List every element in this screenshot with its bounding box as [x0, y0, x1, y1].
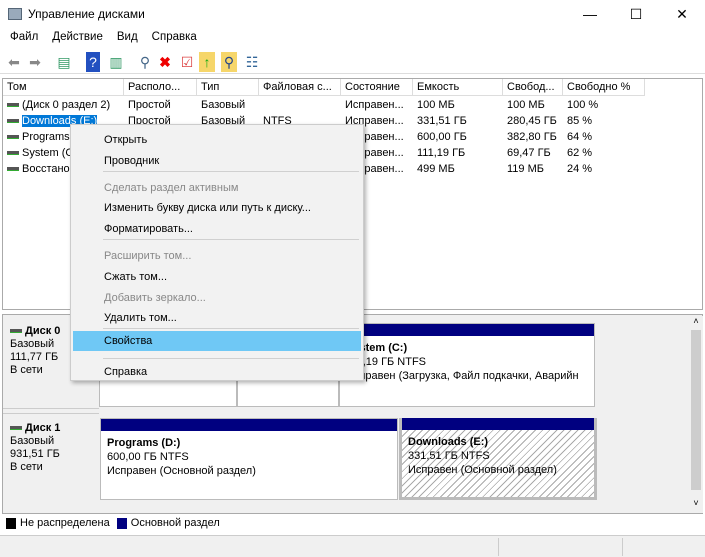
legend-unallocated: Не распределена: [20, 517, 110, 529]
disk-name: Диск 0: [25, 325, 61, 337]
table-cell[interactable]: 69,47 ГБ: [503, 145, 563, 161]
search-folder-icon[interactable]: ⚲: [221, 52, 237, 72]
disk-size: 931,51 ГБ: [10, 448, 60, 460]
menu-action[interactable]: Действие: [45, 28, 110, 46]
column-header[interactable]: Тип: [197, 79, 259, 96]
column-header[interactable]: Свободно %: [563, 79, 645, 96]
partition-status: Исправен (Загрузка, Файл подкачки, Авари…: [346, 370, 579, 382]
menu-item[interactable]: Удалить том...: [73, 308, 361, 328]
menu-separator: [103, 239, 359, 240]
drive-icon: [7, 119, 19, 124]
menu-separator: [103, 328, 359, 329]
table-cell[interactable]: 499 МБ: [413, 161, 503, 177]
table-cell[interactable]: Базовый: [197, 97, 259, 113]
disk-status: В сети: [10, 461, 43, 473]
drive-icon: [7, 135, 19, 140]
partition-name: Programs (D:): [107, 437, 181, 449]
table-cell[interactable]: 85 %: [563, 113, 645, 129]
toolbar: ⬅ ➡ ▤ ? ▥ ⚲ ✖ ☑ ↑ ⚲ ☷: [0, 50, 705, 74]
menu-item[interactable]: Сжать том...: [73, 267, 361, 287]
menu-help[interactable]: Справка: [145, 28, 204, 46]
app-icon: [8, 8, 22, 20]
drive-icon: [7, 167, 19, 172]
menu-item[interactable]: Справка: [73, 362, 361, 382]
back-icon[interactable]: ⬅: [4, 52, 24, 72]
volume-name-cell[interactable]: (Диск 0 раздел 2): [3, 97, 124, 113]
table-cell[interactable]: 62 %: [563, 145, 645, 161]
menu-item[interactable]: Открыть: [73, 130, 361, 150]
partition-info: 600,00 ГБ NTFS: [107, 451, 189, 463]
table-cell[interactable]: 331,51 ГБ: [413, 113, 503, 129]
partition-system-c[interactable]: System (C:) 111,19 ГБ NTFS Исправен (Загру…: [339, 323, 595, 407]
vertical-scrollbar[interactable]: ˄ ˅: [689, 316, 703, 513]
column-header[interactable]: Емкость: [413, 79, 503, 96]
menu-item: Расширить том...: [104, 250, 192, 262]
table-cell[interactable]: 100 %: [563, 97, 645, 113]
folder-up-icon[interactable]: ↑: [199, 52, 215, 72]
menu-item[interactable]: Изменить букву диска или путь к диску...: [73, 198, 361, 218]
table-cell[interactable]: 600,00 ГБ: [413, 129, 503, 145]
scroll-thumb[interactable]: [691, 330, 701, 490]
delete-icon[interactable]: ✖: [155, 52, 175, 72]
table-cell[interactable]: Простой: [124, 97, 197, 113]
partition-status: Исправен (Основной раздел): [408, 464, 557, 476]
legend-swatch-primary: [116, 517, 127, 529]
title-bar: Управление дисками — ☐ ✕: [0, 0, 705, 28]
menu-file[interactable]: Файл: [3, 28, 45, 46]
menu-item[interactable]: Проводник: [73, 151, 361, 171]
table-cell[interactable]: 382,80 ГБ: [503, 129, 563, 145]
scroll-down-button[interactable]: ˅: [689, 498, 703, 512]
check-icon[interactable]: ☑: [177, 52, 197, 72]
partition-status: Исправен (Основной раздел): [107, 465, 256, 477]
table-cell[interactable]: 64 %: [563, 129, 645, 145]
table-cell[interactable]: 119 МБ: [503, 161, 563, 177]
close-button[interactable]: ✕: [659, 0, 705, 28]
menu-view[interactable]: Вид: [110, 28, 145, 46]
menu-item[interactable]: Форматировать...: [73, 219, 361, 239]
partition-name: Downloads (E:): [408, 436, 489, 448]
column-header[interactable]: Том: [3, 79, 124, 96]
table-cell[interactable]: Исправен...: [341, 97, 413, 113]
disk-name: Диск 1: [25, 422, 61, 434]
minimize-button[interactable]: —: [567, 0, 613, 28]
column-header[interactable]: Располо...: [124, 79, 197, 96]
maximize-button[interactable]: ☐: [613, 0, 659, 28]
forward-icon[interactable]: ➡: [25, 52, 45, 72]
scroll-up-button[interactable]: ˄: [689, 316, 703, 330]
menu-item: Добавить зеркало...: [104, 292, 206, 304]
column-header[interactable]: Свобод...: [503, 79, 563, 96]
connect-icon[interactable]: ⚲: [135, 52, 155, 72]
column-header[interactable]: Состояние: [341, 79, 413, 96]
action-pane-icon[interactable]: ▥: [106, 52, 126, 72]
properties-icon[interactable]: ☷: [242, 52, 262, 72]
volume-name: (Диск 0 раздел 2): [22, 99, 111, 111]
window-title: Управление дисками: [28, 7, 145, 21]
table-cell[interactable]: [259, 97, 341, 113]
disk-1-label[interactable]: Диск 1 Базовый 931,51 ГБ В сети: [3, 413, 99, 503]
partition-info: 331,51 ГБ NTFS: [408, 450, 490, 462]
menu-item[interactable]: Свойства: [73, 331, 361, 351]
menu-item: Сделать раздел активным: [104, 182, 239, 194]
partition-downloads-e[interactable]: Downloads (E:) 331,51 ГБ NTFS Исправен (Ос…: [399, 418, 597, 500]
legend-swatch-unallocated: [6, 517, 16, 529]
help-icon[interactable]: ?: [86, 52, 100, 72]
table-cell[interactable]: 111,19 ГБ: [413, 145, 503, 161]
table-cell[interactable]: 100 МБ: [503, 97, 563, 113]
drive-icon: [7, 151, 19, 156]
disk-type: Базовый: [10, 435, 55, 447]
drive-icon: [7, 103, 19, 108]
status-bar: [0, 535, 705, 557]
table-cell[interactable]: 280,45 ГБ: [503, 113, 563, 129]
table-cell[interactable]: 100 МБ: [413, 97, 503, 113]
menu-bar: Файл Действие Вид Справка: [0, 28, 705, 48]
legend-primary: Основной раздел: [130, 517, 220, 529]
menu-separator: [103, 171, 359, 172]
table-cell[interactable]: 24 %: [563, 161, 645, 177]
context-menu: Открыть Проводник Сделать раздел активным И…: [70, 124, 364, 381]
legend: Не распределена Основной раздел: [2, 515, 703, 533]
console-tree-icon[interactable]: ▤: [54, 52, 74, 72]
column-header[interactable]: Файловая с...: [259, 79, 341, 96]
menu-separator: [103, 358, 359, 359]
partition-programs-d[interactable]: Programs (D:) 600,00 ГБ NTFS Исправен (Осн…: [100, 418, 398, 500]
